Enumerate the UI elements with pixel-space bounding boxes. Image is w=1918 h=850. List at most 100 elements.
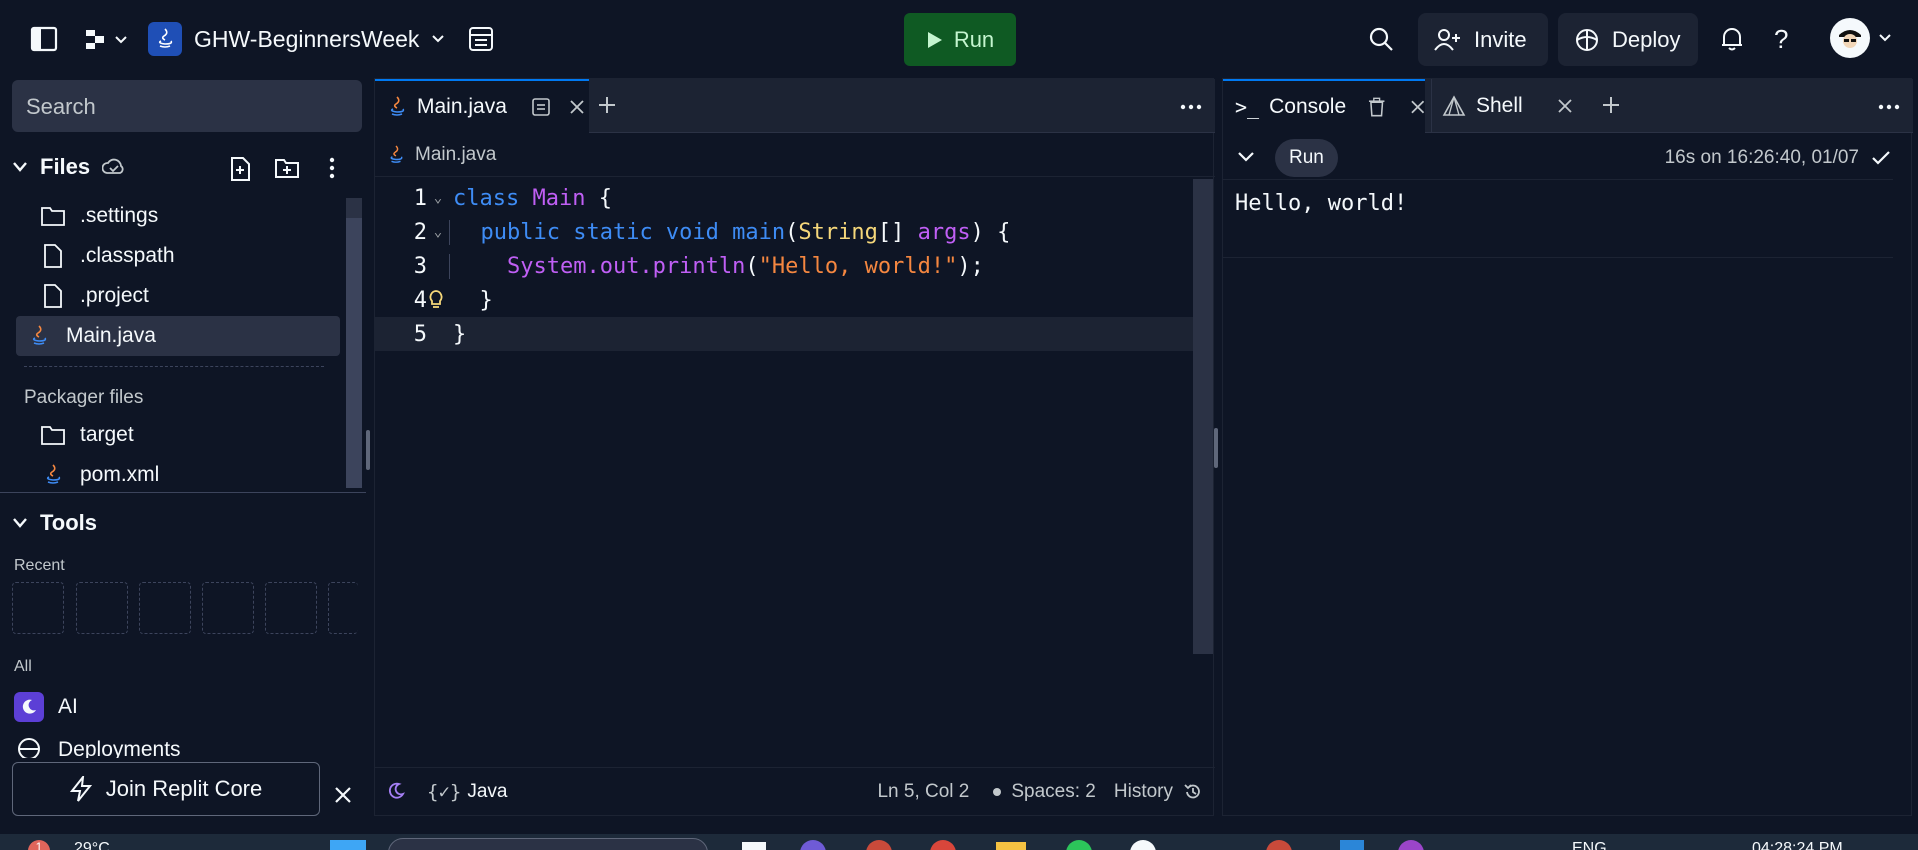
file-tree-scrollbar-thumb[interactable] [346,218,362,488]
file-item[interactable]: .classpath [16,236,340,276]
app-icon[interactable] [1066,840,1092,850]
tool-item-ai[interactable]: AI [14,692,78,722]
folder-icon [40,422,66,448]
resize-handle[interactable] [366,430,370,470]
fold-icon[interactable]: ⌄ [427,190,449,206]
file-item-active[interactable]: Main.java [16,316,340,356]
tab-main-java[interactable]: Main.java [375,79,589,133]
document-outline-icon[interactable] [531,97,551,117]
add-tab-icon[interactable] [597,95,617,115]
recent-tool-slot[interactable] [265,582,317,634]
editor-tab-bar: Main.java [375,79,1215,133]
history-icon[interactable] [1183,782,1203,802]
invite-button[interactable]: Invite [1418,13,1548,66]
app-icon[interactable] [1130,840,1156,850]
add-user-icon [1434,28,1460,51]
files-section-header[interactable]: Files [12,154,126,180]
app-icon[interactable] [866,840,892,850]
run-button[interactable]: Run [904,13,1016,66]
java-icon [148,22,182,56]
app-icon[interactable] [742,842,766,850]
recent-tool-slot[interactable] [328,582,358,634]
project-selector[interactable]: GHW-BeginnersWeek [148,22,445,56]
more-horizontal-icon[interactable] [1179,103,1203,111]
breadcrumb[interactable]: Main.java [375,133,1215,177]
code-area[interactable]: 1 ⌄ class Main { 2 ⌄ public static void … [375,181,1195,651]
join-label: Join Replit Core [105,776,263,801]
language-label[interactable]: Java [467,781,507,803]
more-vertical-icon[interactable] [328,156,336,180]
chevron-down-icon [432,35,445,43]
file-item[interactable]: pom.xml [16,455,340,495]
console-tab-bar: >_ Console Shell [1223,79,1913,133]
cursor-position[interactable]: Ln 5, Col 2 [877,781,969,803]
tool-item-deployments[interactable]: Deployments [14,734,181,758]
recent-tool-slot[interactable] [202,582,254,634]
history-button[interactable]: History [1114,781,1173,803]
file-item[interactable]: target [16,415,340,455]
new-folder-icon[interactable] [274,156,300,180]
file-item[interactable]: .settings [16,196,340,236]
file-item[interactable]: .project [16,276,340,316]
app-icon[interactable] [800,840,826,850]
project-info-icon[interactable] [468,26,494,52]
search-input[interactable]: Search [12,80,362,132]
more-horizontal-icon[interactable] [1877,103,1901,111]
resize-handle[interactable] [1214,428,1218,468]
chevron-down-icon [115,36,127,44]
weather-label[interactable]: 29°C [74,840,110,850]
line-number: 4 [413,287,427,313]
fold-icon[interactable]: ⌄ [427,224,449,240]
help-icon[interactable]: ? [1774,24,1788,55]
user-menu[interactable] [1830,18,1892,58]
divider [0,492,366,493]
top-bar: GHW-BeginnersWeek Run Invite Deploy ? [0,0,1918,78]
tool-label: Deployments [58,738,181,758]
language-indicator[interactable]: ENG [1572,840,1607,850]
deploy-label: Deploy [1612,26,1681,52]
close-icon[interactable] [334,786,352,804]
code-line-current: 5 } [375,317,1195,351]
app-icon[interactable] [1340,840,1364,850]
console-output: Hello, world! [1235,191,1408,216]
tools-section-header[interactable]: Tools [12,510,97,536]
app-icon[interactable] [930,840,956,850]
recent-tool-slot[interactable] [76,582,128,634]
sidebar-toggle-icon[interactable] [30,26,58,52]
app-icon[interactable] [1398,840,1424,850]
file-name: .project [80,284,149,307]
search-icon[interactable] [1368,26,1394,52]
recent-tool-slot[interactable] [139,582,191,634]
close-icon[interactable] [1410,99,1425,115]
tab-label: Shell [1476,94,1523,117]
tab-label: Main.java [417,95,507,118]
indentation-setting[interactable]: Spaces: 2 [1011,781,1096,803]
clock[interactable]: 04:28:24 PM [1752,840,1843,850]
bell-icon[interactable] [1720,26,1744,52]
taskbar-search-input[interactable] [388,838,708,850]
file-name: .settings [80,204,159,227]
tab-shell[interactable]: Shell [1431,79,1587,133]
replit-menu-button[interactable] [84,28,128,52]
start-icon[interactable] [330,840,366,850]
close-icon[interactable] [1557,98,1573,114]
check-icon [1872,151,1890,165]
ai-icon[interactable] [387,782,405,802]
new-file-icon[interactable] [228,156,252,182]
editor-scrollbar[interactable] [1193,179,1213,654]
run-chip[interactable]: Run [1275,139,1338,177]
folder-icon[interactable] [996,842,1026,850]
deploy-button[interactable]: Deploy [1558,13,1698,66]
lightbulb-icon[interactable] [427,289,449,311]
chevron-down-icon[interactable] [1237,151,1255,163]
terminal-icon: >_ [1235,95,1260,119]
tab-console[interactable]: >_ Console [1223,79,1425,133]
java-icon [26,323,52,349]
join-replit-core-button[interactable]: Join Replit Core [12,762,320,816]
recent-tool-slot[interactable] [12,582,64,634]
trash-icon[interactable] [1368,97,1385,117]
add-tab-icon[interactable] [1601,95,1621,115]
shell-icon [1442,95,1466,116]
app-icon[interactable] [1266,840,1292,850]
close-icon[interactable] [569,99,585,115]
